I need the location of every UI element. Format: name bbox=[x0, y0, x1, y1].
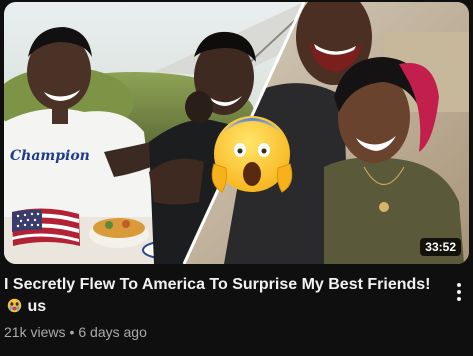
video-stats: 21k views • 6 days ago bbox=[4, 324, 434, 340]
video-meta: I Secretly Flew To America To Surprise M… bbox=[4, 274, 434, 340]
video-card: Champion 33:52 I Secretly Flew To Americ… bbox=[0, 0, 473, 356]
video-title-text: I Secretly Flew To America To Surprise M… bbox=[4, 276, 431, 293]
more-dot bbox=[457, 297, 461, 301]
view-count: 21k views bbox=[4, 324, 66, 340]
duration-badge: 33:52 bbox=[420, 238, 461, 256]
more-dot bbox=[457, 290, 461, 294]
video-thumbnail[interactable]: Champion 33:52 bbox=[4, 2, 469, 264]
crying-emoji-icon bbox=[7, 298, 22, 313]
shirt-text: Champion bbox=[10, 148, 90, 164]
more-dot bbox=[457, 283, 461, 287]
upload-age: 6 days ago bbox=[78, 324, 147, 340]
stats-separator: • bbox=[69, 324, 75, 340]
thumbnail-image: Champion bbox=[4, 2, 469, 264]
usa-flag-icon bbox=[12, 208, 80, 246]
more-vertical-icon[interactable] bbox=[449, 280, 469, 304]
video-title[interactable]: I Secretly Flew To America To Surprise M… bbox=[4, 274, 434, 318]
video-title-suffix: us bbox=[27, 298, 47, 315]
